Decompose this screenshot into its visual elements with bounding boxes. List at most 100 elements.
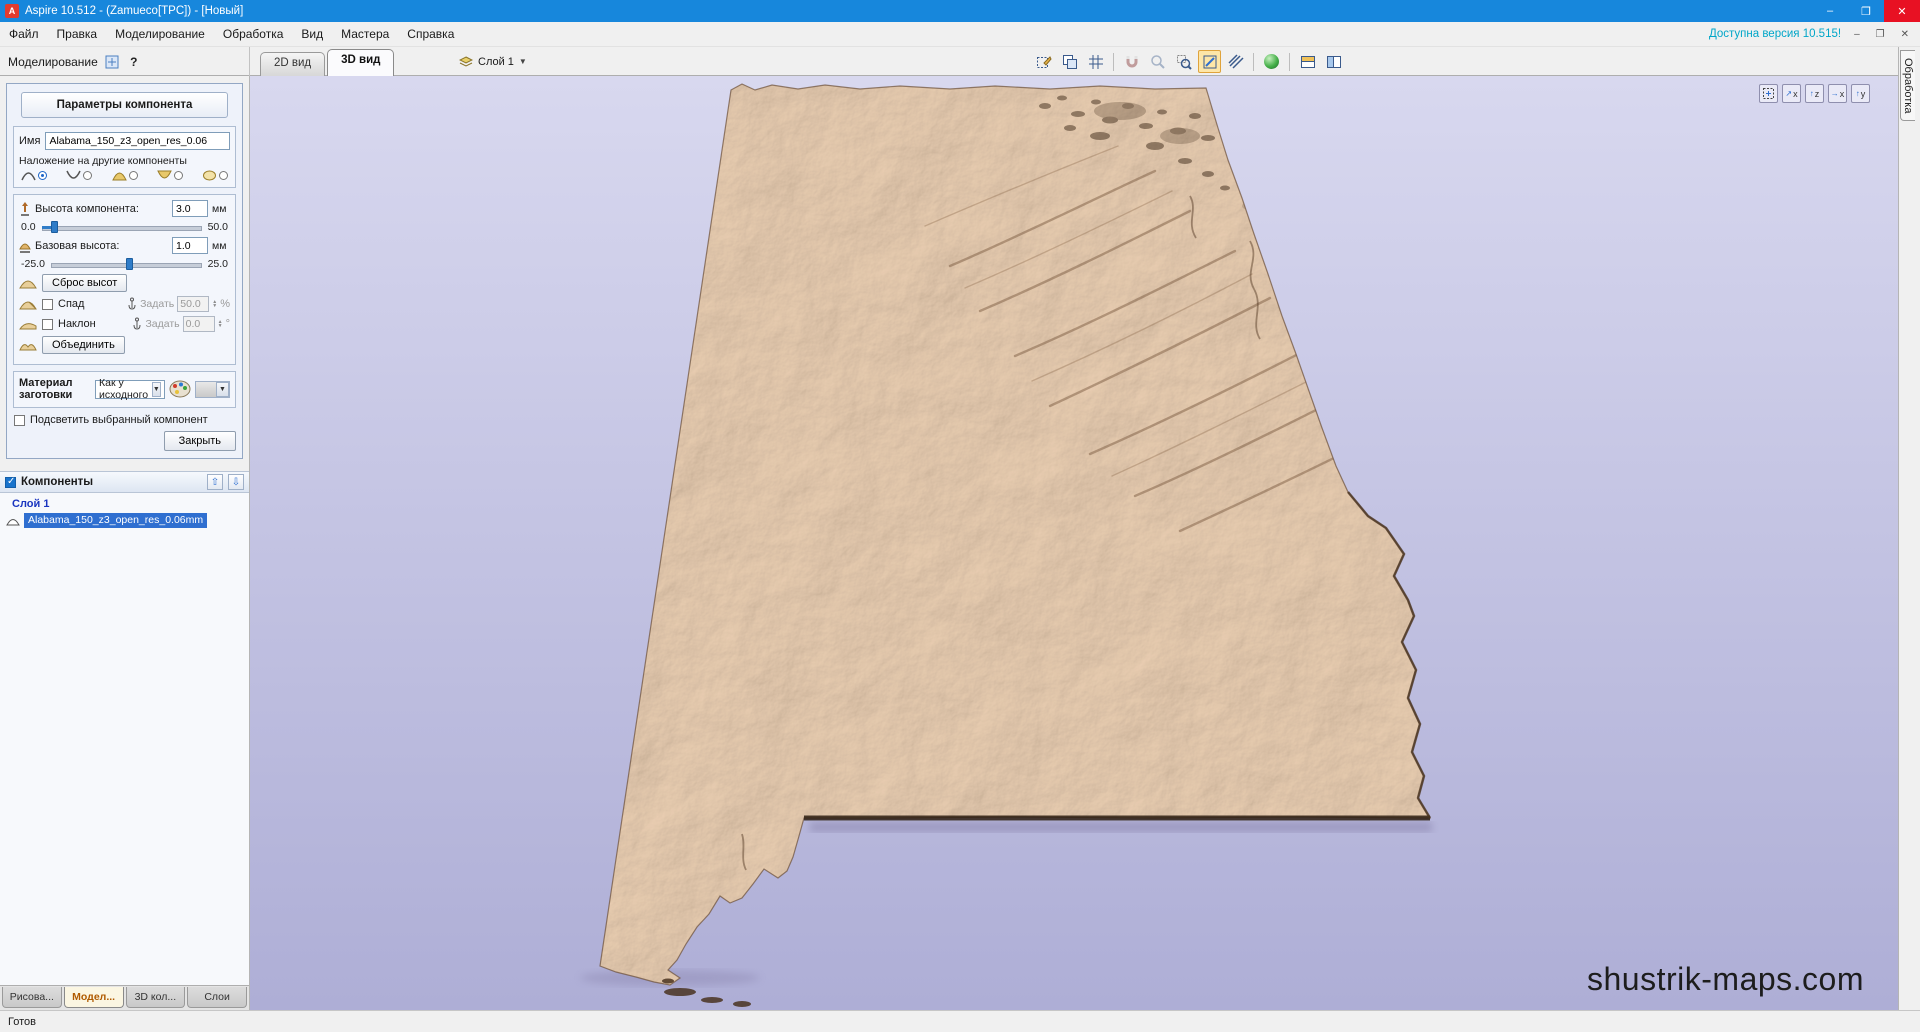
help-icon[interactable]: ?: [126, 54, 142, 70]
dome-multiply-icon: [203, 170, 216, 181]
vector-boundary-icon[interactable]: [1032, 50, 1055, 73]
status-bar: Готов: [0, 1010, 1920, 1032]
components-tree: Слой 1 Alabama_150_z3_open_res_0.06mm: [0, 493, 249, 985]
anchor-icon: [128, 297, 136, 310]
component-name-input[interactable]: [45, 132, 230, 150]
combine-merge-low-option[interactable]: [156, 170, 183, 181]
component-height-input[interactable]: [172, 200, 208, 217]
components-visibility-checkbox[interactable]: [5, 476, 16, 488]
copy-rectangle-icon[interactable]: [1058, 50, 1081, 73]
u-subtract-icon: [66, 170, 81, 179]
combine-subtract-radio[interactable]: [83, 171, 93, 180]
fade-value-input[interactable]: [177, 296, 210, 312]
zoom-box-icon[interactable]: [1172, 50, 1195, 73]
zoom-selected-icon[interactable]: [1198, 50, 1221, 73]
tree-item-label: Alabama_150_z3_open_res_0.06mm: [24, 513, 208, 528]
grid-icon[interactable]: [1084, 50, 1107, 73]
components-title: Компоненты: [21, 476, 94, 488]
maximize-button[interactable]: ❐: [1848, 0, 1884, 22]
combine-multiply-option[interactable]: [202, 170, 228, 181]
material-label: Материал заготовки: [19, 377, 73, 401]
tilt-checkbox[interactable]: [42, 318, 53, 330]
side-axis-label: x: [1839, 88, 1845, 99]
side-view-icon[interactable]: → x: [1828, 84, 1847, 103]
tree-layer-node[interactable]: Слой 1: [2, 497, 247, 512]
base-height-input[interactable]: [172, 237, 208, 254]
mdi-minimize-button[interactable]: –: [1851, 29, 1863, 40]
base-height-slider[interactable]: [50, 258, 202, 270]
3d-viewport[interactable]: ↗ x ↑ z → x ↑ y shustrik-maps.com: [250, 76, 1898, 1010]
menu-gadgets[interactable]: Мастера: [332, 22, 398, 47]
height-slider-thumb[interactable]: [51, 221, 59, 233]
highlight-component-checkbox[interactable]: [14, 414, 25, 426]
component-parameters-title: Параметры компонента: [21, 92, 228, 118]
reset-heights-button[interactable]: Сброс высот: [42, 274, 128, 292]
fade-spinner[interactable]: ▲ ▼: [212, 300, 217, 309]
fit-view-icon[interactable]: [1759, 84, 1778, 103]
chevron-down-icon: ▼: [518, 57, 527, 66]
material-select[interactable]: Как у исходного ▼: [95, 377, 166, 401]
menu-help[interactable]: Справка: [398, 22, 463, 47]
move-down-button[interactable]: ⇩: [228, 474, 244, 490]
pin-panel-icon[interactable]: [104, 54, 120, 70]
menu-edit[interactable]: Правка: [48, 22, 107, 47]
tilt-value-input[interactable]: [182, 316, 215, 332]
hatch-shading-icon[interactable]: [1224, 50, 1247, 73]
toolbar-icons: [1032, 50, 1345, 73]
close-panel-button[interactable]: Закрыть: [163, 431, 236, 451]
bake-button[interactable]: Объединить: [42, 336, 125, 354]
combine-add-option[interactable]: [21, 170, 47, 181]
zoom-icon[interactable]: [1146, 50, 1169, 73]
combine-merge-high-option[interactable]: [111, 170, 138, 181]
palette-icon: [169, 380, 191, 398]
fade-checkbox[interactable]: [42, 298, 53, 310]
component-color-dropdown[interactable]: ▼: [195, 380, 230, 398]
top-view-icon[interactable]: ↑ y: [1851, 84, 1870, 103]
combine-merge-low-radio[interactable]: [173, 171, 183, 180]
menu-toolpaths[interactable]: Обработка: [214, 22, 293, 47]
tab-clipart[interactable]: 3D кол...: [125, 987, 186, 1008]
fade-label: Спад: [58, 298, 85, 310]
front-axis-label: z: [1814, 88, 1820, 99]
minimize-button[interactable]: –: [1812, 0, 1848, 22]
snap-icon[interactable]: [1120, 50, 1143, 73]
combine-multiply-radio[interactable]: [219, 171, 228, 180]
combine-merge-high-radio[interactable]: [128, 171, 138, 180]
shape-controls-box: Высота компонента: мм 0.0 50.0 Базовая: [13, 194, 236, 365]
menu-file[interactable]: Файл: [0, 22, 48, 47]
base-slider-thumb[interactable]: [126, 258, 134, 270]
material-sphere-icon[interactable]: [1260, 50, 1283, 73]
base-height-label: Базовая высота:: [35, 239, 120, 252]
component-dome-icon: [6, 518, 20, 525]
bake-component-icon: [19, 344, 37, 351]
tab-3d-view[interactable]: 3D вид: [327, 49, 395, 76]
split-horizontal-icon[interactable]: [1296, 50, 1319, 73]
component-height-slider[interactable]: [41, 221, 202, 233]
mdi-close-button[interactable]: ✕: [1898, 29, 1912, 40]
combine-subtract-option[interactable]: [66, 170, 93, 181]
name-label: Имя: [19, 135, 41, 147]
layer-selector-dropdown[interactable]: Слой 1 ▼: [452, 51, 534, 72]
tab-drawing[interactable]: Рисова...: [2, 987, 62, 1008]
title-bar: A Aspire 10.512 - (Zamueco[TPC]) - [Новы…: [0, 0, 1920, 22]
top-axis-label: y: [1860, 88, 1866, 99]
tab-modeling[interactable]: Модел...: [63, 987, 124, 1008]
combine-add-radio[interactable]: [38, 171, 47, 180]
tree-item-selected[interactable]: Alabama_150_z3_open_res_0.06mm: [2, 513, 247, 528]
front-view-icon[interactable]: ↑ z: [1805, 84, 1824, 103]
menu-modeling[interactable]: Моделирование: [106, 22, 214, 47]
mdi-restore-button[interactable]: ❐: [1873, 29, 1888, 40]
close-button[interactable]: ✕: [1884, 0, 1920, 22]
tab-layers[interactable]: Слои: [187, 987, 247, 1008]
tab-2d-view[interactable]: 2D вид: [260, 52, 326, 76]
tilt-spinner[interactable]: ▲ ▼: [218, 320, 223, 329]
fade-set-label: Задать: [140, 298, 175, 310]
menu-view[interactable]: Вид: [292, 22, 332, 47]
tab-toolpaths-vertical[interactable]: Обработка: [1900, 50, 1915, 122]
split-vertical-icon[interactable]: [1322, 50, 1345, 73]
move-up-button[interactable]: ⇧: [207, 474, 223, 490]
component-height-unit: мм: [212, 202, 227, 215]
iso-view-icon[interactable]: ↗ x: [1782, 84, 1801, 103]
update-version-link[interactable]: Доступна версия 10.515!: [1709, 28, 1841, 40]
base-min-label: -25.0: [21, 258, 45, 270]
